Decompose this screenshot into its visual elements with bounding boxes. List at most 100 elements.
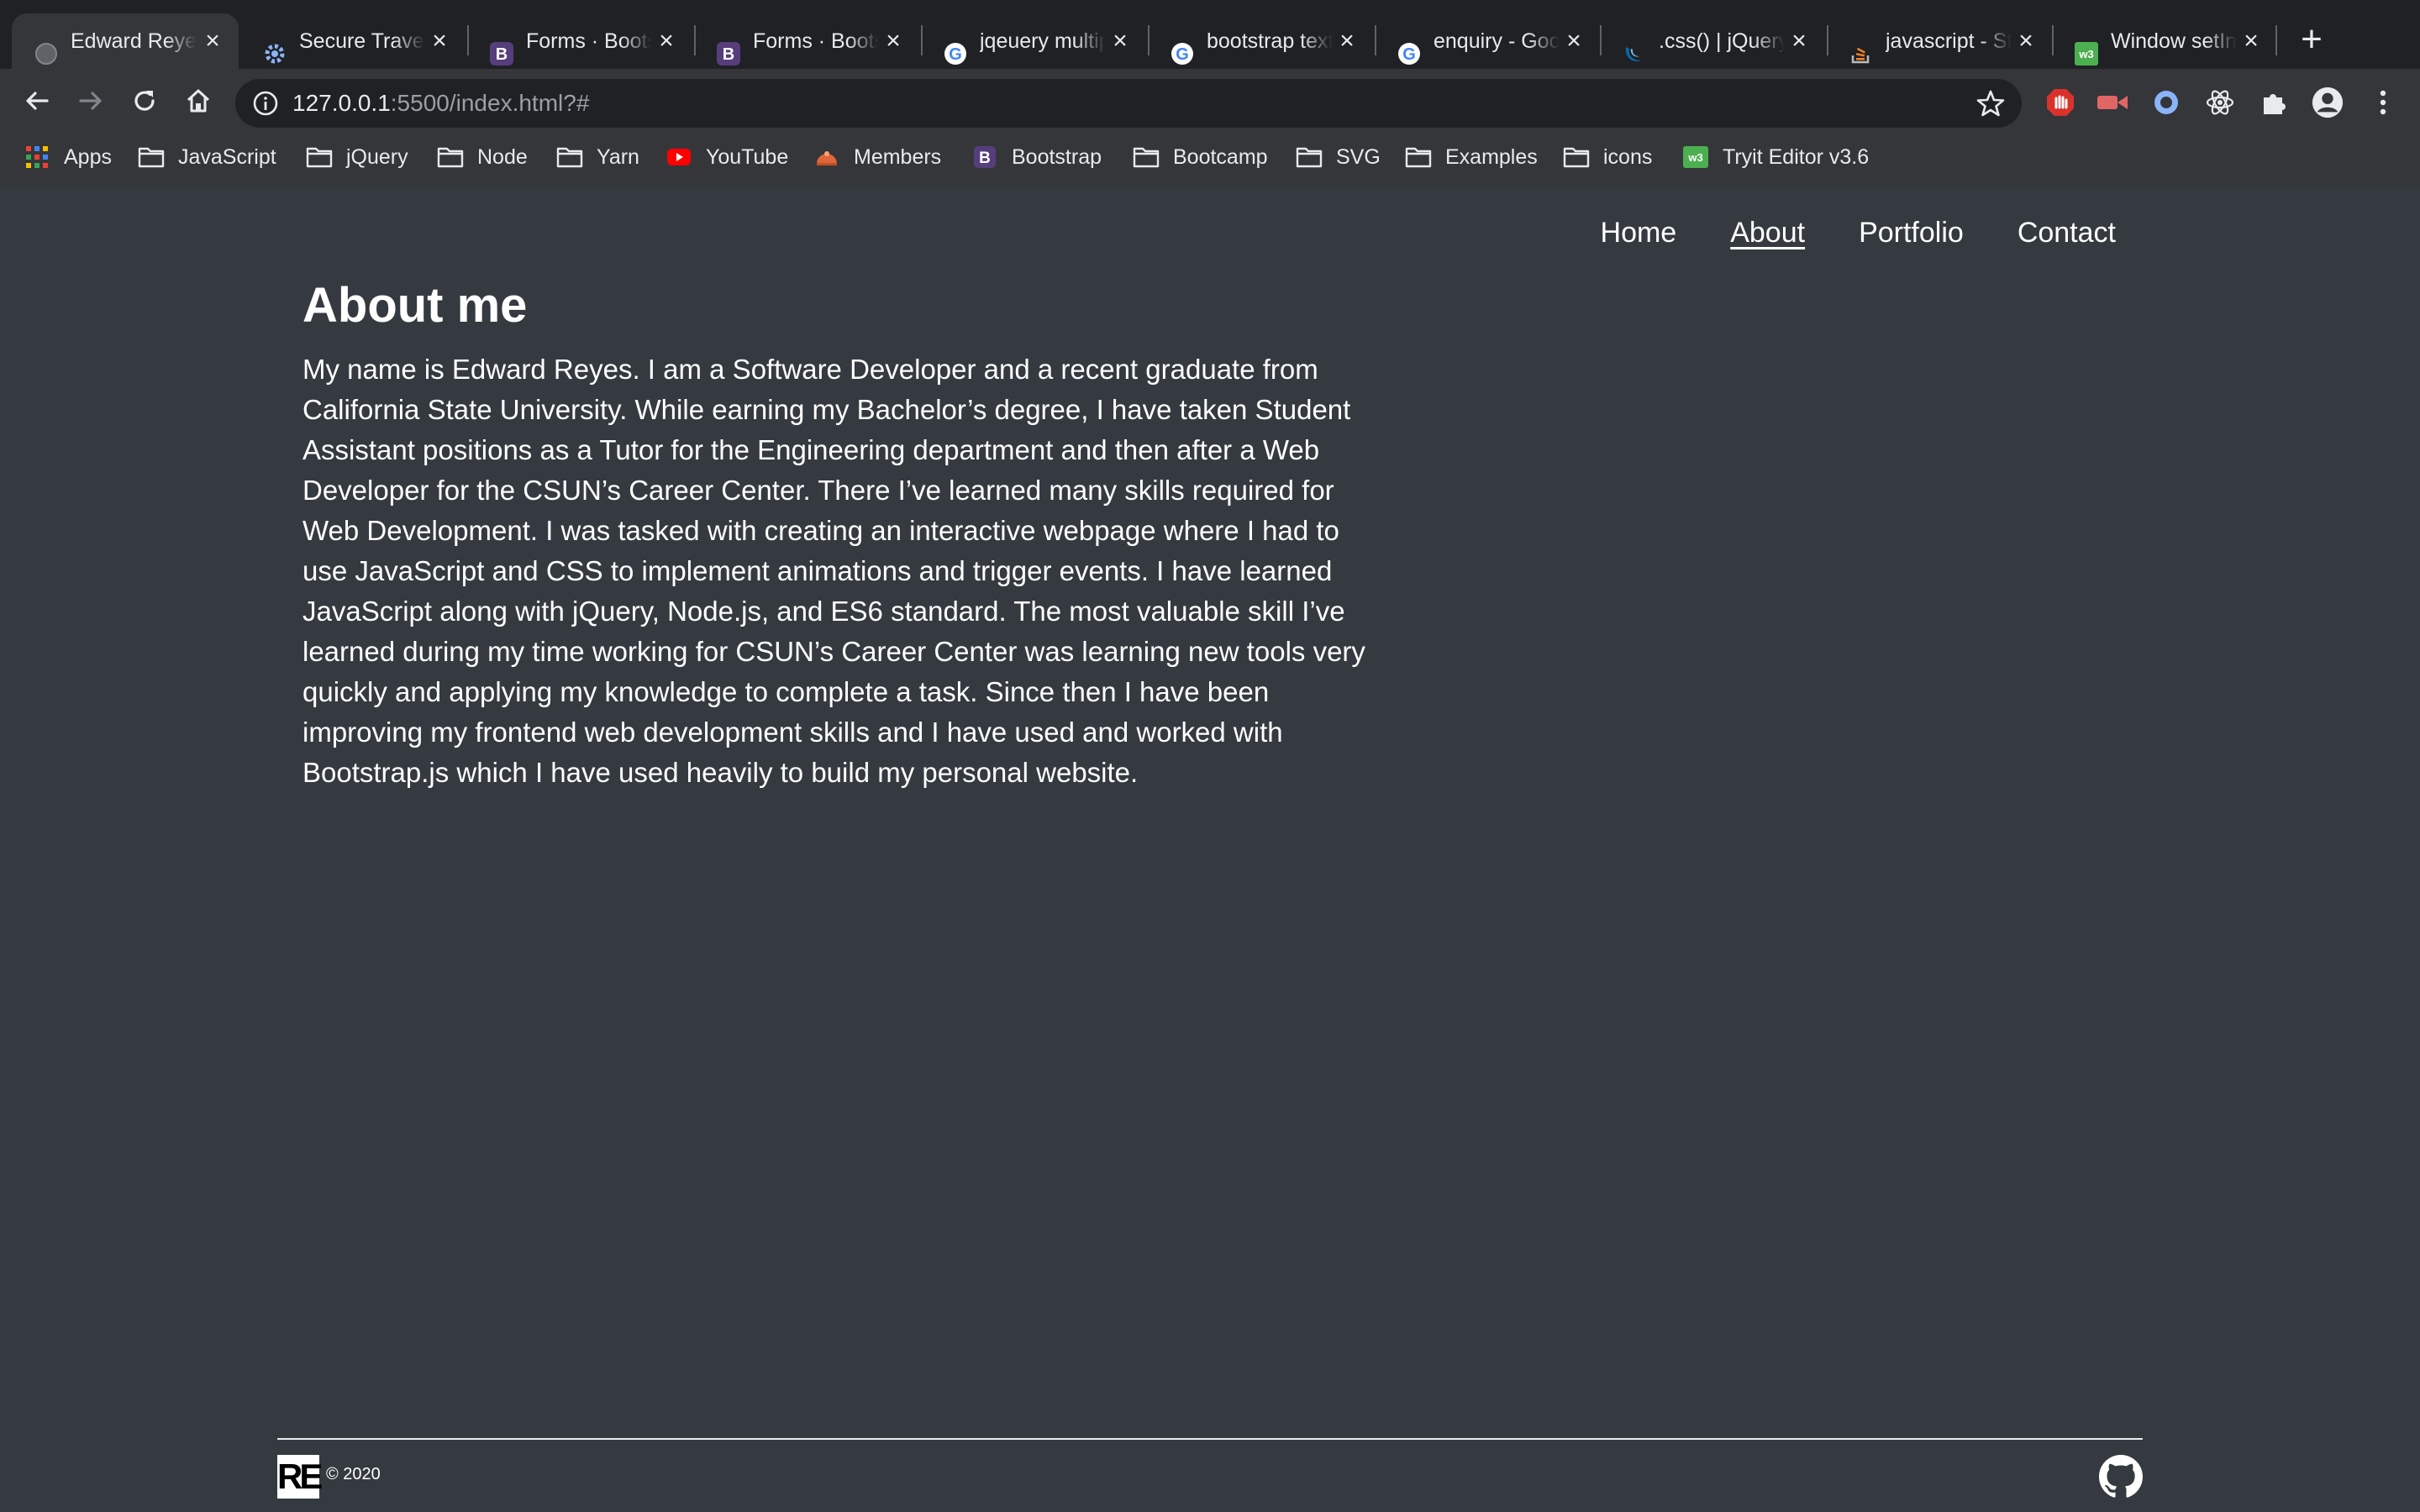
home-button[interactable] <box>180 82 217 119</box>
bookmark-label: Bootcamp <box>1173 144 1268 169</box>
page-viewport: Home About Portfolio Contact About me My… <box>0 186 2420 1512</box>
tab-title: javascript - Stack <box>1886 29 2012 53</box>
bookmark-label: Tryit Editor v3.6 <box>1723 144 1870 169</box>
bookmark-youtube[interactable]: YouTube <box>666 133 788 181</box>
svg-text:w3: w3 <box>1687 151 1702 164</box>
reload-icon <box>134 91 155 111</box>
site-logo: RE <box>277 1455 323 1499</box>
react-devtools-icon[interactable] <box>2203 86 2237 119</box>
home-icon <box>187 89 210 113</box>
bookmark-label: JavaScript <box>178 144 276 169</box>
tab-title: Forms · Bootstrap <box>526 29 652 53</box>
tab-divider <box>2275 25 2277 55</box>
bookmark-label: SVG <box>1336 144 1381 169</box>
tab-title: Window setInterval <box>2111 29 2237 53</box>
folder-icon <box>138 145 165 169</box>
bootstrap-icon: B <box>489 41 514 66</box>
back-arrow-icon <box>26 92 49 110</box>
google-icon: G <box>1170 41 1195 66</box>
close-tab-icon[interactable]: × <box>882 29 904 54</box>
site-info-icon[interactable] <box>252 90 279 117</box>
profile-avatar-icon[interactable] <box>2311 86 2344 119</box>
nav-about-link[interactable]: About <box>1730 217 1805 249</box>
about-heading: About me <box>302 278 528 333</box>
bookmark-folder-icons[interactable]: icons <box>1563 133 1652 181</box>
nav-home-link[interactable]: Home <box>1601 217 1677 249</box>
w3schools-icon: w3 <box>2074 41 2099 66</box>
members-icon <box>813 145 840 169</box>
menu-kebab-icon[interactable] <box>2366 86 2400 119</box>
bookmark-folder-jquery[interactable]: jQuery <box>306 133 408 181</box>
ring-extension-icon[interactable] <box>2149 86 2183 119</box>
bookmark-label: Yarn <box>597 144 639 169</box>
bookmark-folder-svg[interactable]: SVG <box>1296 133 1381 181</box>
footer-copyright: © 2020 <box>326 1465 381 1483</box>
folder-icon <box>306 145 333 169</box>
google-icon: G <box>1397 41 1422 66</box>
tab-title: enquiry - Google <box>1434 29 1560 53</box>
forward-button[interactable] <box>72 82 109 119</box>
bookmark-label: Apps <box>64 144 112 169</box>
svg-text:B: B <box>979 150 991 167</box>
video-extension-icon[interactable] <box>2096 86 2129 119</box>
tab-title: .css() | jQuery <box>1659 29 1785 53</box>
gear-icon <box>262 41 287 66</box>
bookmark-label: icons <box>1603 144 1653 169</box>
address-url: 127.0.0.1:5500/index.html?# <box>292 79 589 128</box>
globe-icon <box>34 41 59 66</box>
url-host: 127.0.0.1 <box>292 90 391 116</box>
browser-toolbar: 127.0.0.1:5500/index.html?# <box>0 69 2420 133</box>
folder-icon <box>437 145 464 169</box>
bookmark-folder-examples[interactable]: Examples <box>1405 133 1538 181</box>
bookmark-label: YouTube <box>706 144 789 169</box>
bookmark-folder-yarn[interactable]: Yarn <box>556 133 639 181</box>
tab-title: bootstrap text <box>1207 29 1333 53</box>
github-icon[interactable] <box>2099 1455 2143 1499</box>
tab-title: Edward Reyes <box>71 29 197 53</box>
jquery-icon <box>1622 41 1647 66</box>
close-tab-icon[interactable]: × <box>429 29 450 54</box>
svg-text:G: G <box>949 45 962 64</box>
forward-arrow-icon <box>79 92 102 110</box>
bookmark-tryit-editor[interactable]: w3 Tryit Editor v3.6 <box>1682 133 1869 181</box>
apps-grid-icon <box>24 145 50 169</box>
stackoverflow-icon <box>1849 41 1874 66</box>
bookmarks-bar: Apps JavaScript jQuery Node Yarn YouTube… <box>0 133 2420 188</box>
bookmark-label: jQuery <box>346 144 408 169</box>
svg-text:w3: w3 <box>2078 48 2093 60</box>
close-tab-icon[interactable]: × <box>1336 29 1358 54</box>
svg-text:B: B <box>723 45 734 64</box>
bookmark-folder-bootcamp[interactable]: Bootcamp <box>1133 133 1268 181</box>
back-button[interactable] <box>18 82 55 119</box>
svg-text:G: G <box>1176 45 1189 64</box>
close-tab-icon[interactable]: × <box>655 29 677 54</box>
close-tab-icon[interactable]: × <box>202 29 224 54</box>
bookmark-bootstrap[interactable]: B Bootstrap <box>971 133 1102 181</box>
about-paragraph: My name is Edward Reyes. I am a Software… <box>302 354 1365 788</box>
nav-portfolio-link[interactable]: Portfolio <box>1859 217 1964 249</box>
close-tab-icon[interactable]: × <box>2015 29 2037 54</box>
close-tab-icon[interactable]: × <box>1109 29 1131 54</box>
bookmark-apps[interactable]: Apps <box>24 133 112 181</box>
bookmark-star-icon[interactable] <box>1975 87 2007 119</box>
bookmark-folder-node[interactable]: Node <box>437 133 528 181</box>
youtube-icon <box>666 145 692 169</box>
bookmark-members[interactable]: Members <box>813 133 941 181</box>
address-bar[interactable]: 127.0.0.1:5500/index.html?# <box>235 79 2022 128</box>
close-tab-icon[interactable]: × <box>1563 29 1585 54</box>
bootstrap-icon: B <box>971 145 998 169</box>
folder-icon <box>1133 145 1160 169</box>
bookmark-folder-javascript[interactable]: JavaScript <box>138 133 276 181</box>
reload-button[interactable] <box>126 82 163 119</box>
bookmark-label: Members <box>854 144 942 169</box>
close-tab-icon[interactable]: × <box>1788 29 1810 54</box>
url-path: :5500/index.html?# <box>390 90 590 116</box>
extensions-puzzle-icon[interactable] <box>2257 86 2291 119</box>
google-icon: G <box>943 41 968 66</box>
close-tab-icon[interactable]: × <box>2240 29 2262 54</box>
nav-contact-link[interactable]: Contact <box>2018 217 2116 249</box>
adblock-extension-icon[interactable] <box>2044 86 2077 119</box>
tab-title: Forms · Bootstrap <box>753 29 879 53</box>
bookmark-label: Examples <box>1445 144 1538 169</box>
new-tab-button[interactable]: + <box>2292 21 2331 60</box>
